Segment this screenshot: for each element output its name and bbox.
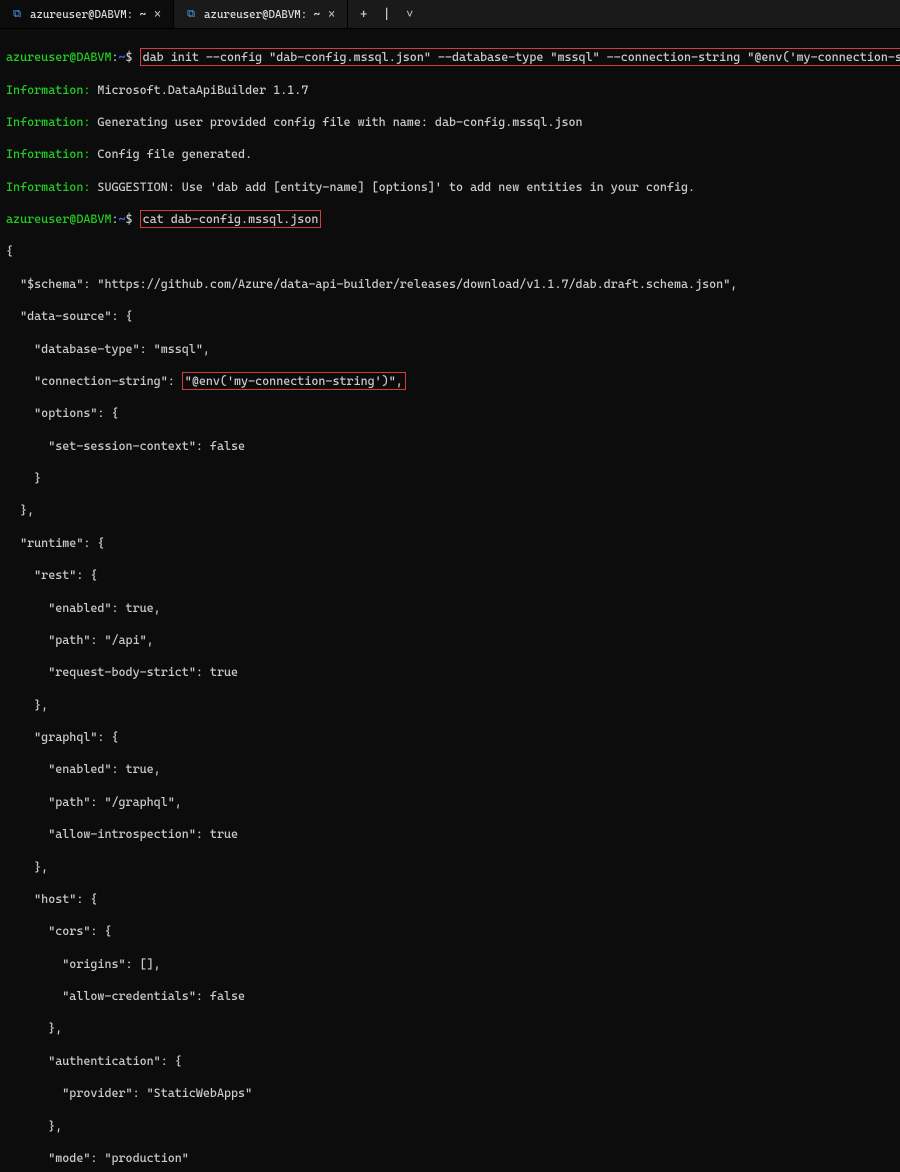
prompt-host: DABVM <box>76 50 111 64</box>
json-line: }, <box>6 697 894 713</box>
json-line: "enabled": true, <box>6 600 894 616</box>
prompt-path: ~ <box>119 212 126 226</box>
highlight-connstring: "@env('my-connection-string')", <box>182 372 406 390</box>
tab-1[interactable]: ⧉ azureuser@DABVM: ~ × <box>0 0 174 28</box>
prompt-line-2: azureuser@DABVM:~$ cat dab-config.mssql.… <box>6 211 894 227</box>
prompt-dollar: $ <box>126 50 133 64</box>
json-line: } <box>6 470 894 486</box>
json-line: "connection-string": "@env('my-connectio… <box>6 373 894 389</box>
terminal-body[interactable]: azureuser@DABVM:~$ dab init --config "da… <box>0 29 900 1172</box>
json-line: "path": "/api", <box>6 632 894 648</box>
command-1: dab init --config "dab-config.mssql.json… <box>143 50 900 64</box>
info-line-1: Information: Microsoft.DataApiBuilder 1.… <box>6 82 894 98</box>
json-line: }, <box>6 1118 894 1134</box>
info-text: Generating user provided config file wit… <box>97 115 582 129</box>
json-line: "cors": { <box>6 923 894 939</box>
json-line: "host": { <box>6 891 894 907</box>
info-text: Config file generated. <box>97 147 252 161</box>
prompt-host: DABVM <box>76 212 111 226</box>
json-line: "set-session-context": false <box>6 438 894 454</box>
window-titlebar: ⧉ azureuser@DABVM: ~ × ⧉ azureuser@DABVM… <box>0 0 900 29</box>
json-line: "options": { <box>6 405 894 421</box>
highlight-cmd2: cat dab-config.mssql.json <box>140 210 322 228</box>
json-line: "rest": { <box>6 567 894 583</box>
json-line: }, <box>6 502 894 518</box>
prompt-user: azureuser <box>6 212 69 226</box>
command-2: cat dab-config.mssql.json <box>143 212 319 226</box>
info-label: Information: <box>6 83 90 97</box>
json-line: }, <box>6 1020 894 1036</box>
tab-title: azureuser@DABVM: ~ <box>30 8 146 21</box>
json-line: "request-body-strict": true <box>6 664 894 680</box>
json-line: "$schema": "https://github.com/Azure/dat… <box>6 276 894 292</box>
prompt-path: ~ <box>119 50 126 64</box>
json-line: "mode": "production" <box>6 1150 894 1166</box>
info-line-4: Information: SUGGESTION: Use 'dab add [e… <box>6 179 894 195</box>
prompt-dollar: $ <box>126 212 133 226</box>
json-line: "runtime": { <box>6 535 894 551</box>
prompt-line-1: azureuser@DABVM:~$ dab init --config "da… <box>6 49 894 65</box>
highlight-cmd1: dab init --config "dab-config.mssql.json… <box>140 48 900 66</box>
new-tab-button[interactable]: + <box>356 5 371 23</box>
close-icon[interactable]: × <box>152 7 163 21</box>
powershell-icon: ⧉ <box>10 7 24 21</box>
info-text: Microsoft.DataApiBuilder 1.1.7 <box>97 83 308 97</box>
info-line-3: Information: Config file generated. <box>6 146 894 162</box>
json-line: "path": "/graphql", <box>6 794 894 810</box>
json-line: "provider": "StaticWebApps" <box>6 1085 894 1101</box>
powershell-icon: ⧉ <box>184 7 198 21</box>
json-value: "@env('my-connection-string')", <box>185 374 403 388</box>
json-line: "enabled": true, <box>6 761 894 777</box>
json-line: "allow-credentials": false <box>6 988 894 1004</box>
json-line: "data-source": { <box>6 308 894 324</box>
tab-dropdown-button[interactable]: ˅ <box>402 5 417 24</box>
json-line: { <box>6 243 894 259</box>
json-prefix: "connection-string": <box>6 374 182 388</box>
prompt-colon: : <box>111 50 118 64</box>
json-line: "allow-introspection": true <box>6 826 894 842</box>
tab-title: azureuser@DABVM: ~ <box>204 8 320 21</box>
json-line: "origins": [], <box>6 956 894 972</box>
info-label: Information: <box>6 147 90 161</box>
prompt-colon: : <box>111 212 118 226</box>
close-icon[interactable]: × <box>326 7 337 21</box>
info-text: SUGGESTION: Use 'dab add [entity-name] [… <box>97 180 695 194</box>
info-label: Information: <box>6 115 90 129</box>
tab-controls: + | ˅ <box>348 0 425 28</box>
tab-2[interactable]: ⧉ azureuser@DABVM: ~ × <box>174 0 348 28</box>
json-line: "graphql": { <box>6 729 894 745</box>
prompt-user: azureuser <box>6 50 69 64</box>
json-line: "authentication": { <box>6 1053 894 1069</box>
divider: | <box>379 5 394 23</box>
json-line: }, <box>6 859 894 875</box>
info-label: Information: <box>6 180 90 194</box>
json-line: "database-type": "mssql", <box>6 341 894 357</box>
info-line-2: Information: Generating user provided co… <box>6 114 894 130</box>
